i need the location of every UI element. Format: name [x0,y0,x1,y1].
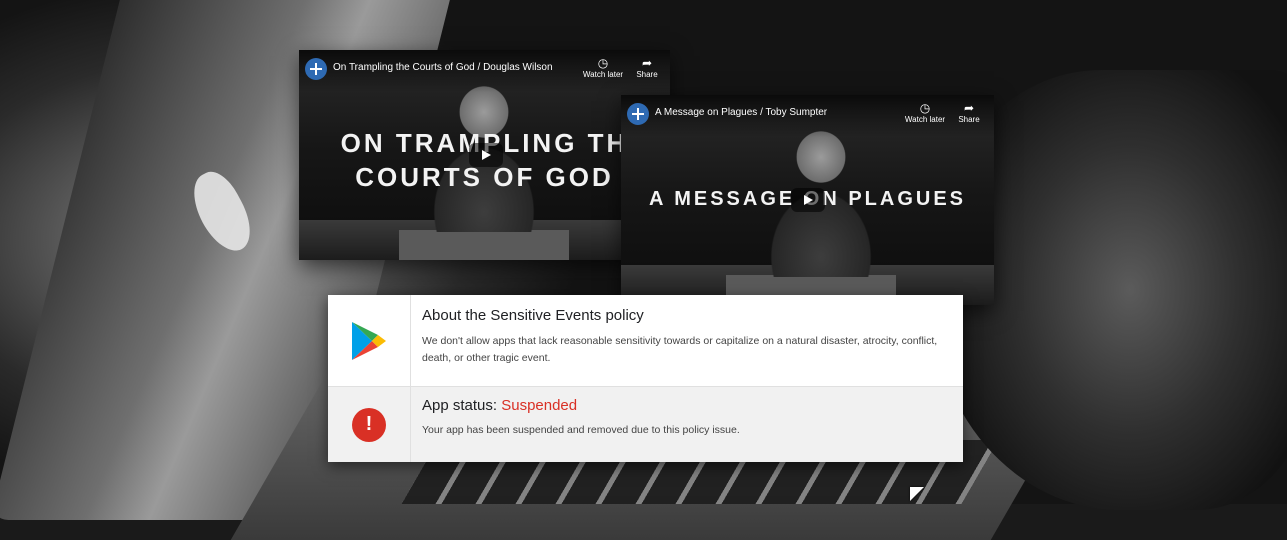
video-header: On Trampling the Courts of God / Douglas… [299,50,670,92]
play-button[interactable] [469,143,503,167]
share-icon: ➦ [963,101,975,115]
video-title[interactable]: On Trampling the Courts of God / Douglas… [333,62,553,73]
share-label: Share [958,115,980,124]
policy-notice-card: About the Sensitive Events policy We don… [328,295,963,462]
status-icon-cell: ! [328,387,411,462]
alert-icon: ! [352,407,386,442]
clock-icon: ◷ [919,101,931,115]
podium [399,230,569,260]
mouse-cursor-icon [910,487,924,501]
play-button[interactable] [791,188,825,212]
policy-body: We don't allow apps that lack reasonable… [422,335,938,364]
clock-icon: ◷ [597,56,609,70]
watch-later-label: Watch later [582,70,624,79]
status-text: App status: Suspended Your app has been … [422,387,953,439]
policy-title: About the Sensitive Events policy [422,307,644,324]
play-store-icon [352,321,386,360]
watch-later-button[interactable]: ◷ Watch later [581,56,625,79]
share-label: Share [636,70,658,79]
play-icon [804,195,813,205]
share-icon: ➦ [641,56,653,70]
share-button[interactable]: ➦ Share [625,56,669,79]
policy-about-row: About the Sensitive Events policy We don… [328,295,963,387]
policy-icon-cell [328,295,411,386]
video-thumbnail-trampling[interactable]: ON TRAMPLING TH COURTS OF GOD On Trampli… [299,50,670,260]
video-title[interactable]: A Message on Plagues / Toby Sumpter [655,107,827,118]
channel-logo-icon[interactable] [305,58,327,80]
channel-logo-icon[interactable] [627,103,649,125]
status-badge: Suspended [501,397,578,414]
share-button[interactable]: ➦ Share [947,101,991,124]
watch-later-button[interactable]: ◷ Watch later [903,101,947,124]
status-label: App status: [422,397,502,414]
play-icon [482,150,491,160]
status-title: App status: Suspended [422,397,953,414]
status-body: Your app has been suspended and removed … [422,424,740,436]
watch-later-label: Watch later [904,115,946,124]
policy-text: About the Sensitive Events policy We don… [422,295,953,367]
video-header: A Message on Plagues / Toby Sumpter ◷ Wa… [621,95,994,137]
app-status-row: ! App status: Suspended Your app has bee… [328,387,963,462]
video-thumbnail-plagues[interactable]: A MESSAGE ON PLAGUES A Message on Plague… [621,95,994,305]
